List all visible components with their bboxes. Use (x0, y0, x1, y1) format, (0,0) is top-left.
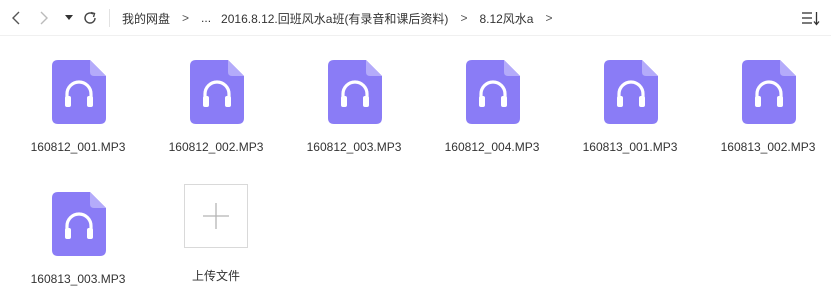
plus-icon (203, 203, 229, 229)
file-item[interactable]: 160812_001.MP3 (16, 36, 140, 156)
file-item[interactable]: 160813_001.MP3 (568, 36, 692, 156)
breadcrumb-root[interactable]: 我的网盘 (122, 10, 170, 27)
breadcrumb-separator: > (182, 11, 190, 25)
refresh-icon (84, 11, 96, 24)
audio-file-icon (466, 60, 520, 124)
file-item[interactable]: 160813_003.MP3 (16, 168, 140, 288)
forward-button[interactable] (34, 7, 54, 29)
upload-button[interactable] (184, 184, 248, 248)
file-name: 160813_001.MP3 (582, 140, 678, 154)
back-button[interactable] (6, 7, 26, 29)
history-dropdown-button[interactable] (62, 7, 76, 29)
audio-file-icon (52, 60, 106, 124)
breadcrumb-folder-current[interactable]: 8.12风水a (479, 10, 533, 27)
breadcrumb-separator: > (460, 11, 468, 25)
file-item[interactable]: 160813_002.MP3 (706, 36, 830, 156)
file-name: 160812_003.MP3 (306, 140, 402, 154)
file-name: 160812_004.MP3 (444, 140, 540, 154)
audio-file-icon (328, 60, 382, 124)
breadcrumb: 我的网盘 > ... 2016.8.12.回班风水a班(有录音和课后资料) > … (122, 9, 565, 27)
audio-file-icon (190, 60, 244, 124)
upload-label: 上传文件 (191, 269, 240, 283)
file-item[interactable]: 160812_002.MP3 (154, 36, 278, 156)
chevron-left-icon (12, 11, 20, 25)
breadcrumb-separator: > (545, 11, 553, 25)
refresh-button[interactable] (80, 7, 100, 29)
file-name: 160813_003.MP3 (30, 272, 126, 286)
file-item[interactable]: 160812_003.MP3 (292, 36, 416, 156)
toolbar: 我的网盘 > ... 2016.8.12.回班风水a班(有录音和课后资料) > … (0, 0, 831, 36)
audio-file-icon (604, 60, 658, 124)
toolbar-divider (109, 9, 110, 27)
file-item[interactable]: 160812_004.MP3 (430, 36, 554, 156)
upload-item[interactable]: 上传文件 (152, 168, 280, 288)
breadcrumb-ellipsis[interactable]: ... (201, 11, 211, 25)
audio-file-icon (742, 60, 796, 124)
sort-icon (802, 12, 820, 26)
sort-button[interactable] (801, 9, 821, 27)
file-name: 160812_002.MP3 (168, 140, 264, 154)
audio-file-icon (52, 192, 106, 256)
file-name: 160812_001.MP3 (30, 140, 126, 154)
caret-down-icon (65, 15, 73, 20)
chevron-right-icon (40, 11, 48, 25)
file-name: 160813_002.MP3 (720, 140, 816, 154)
breadcrumb-folder-course[interactable]: 2016.8.12.回班风水a班(有录音和课后资料) (221, 10, 448, 27)
